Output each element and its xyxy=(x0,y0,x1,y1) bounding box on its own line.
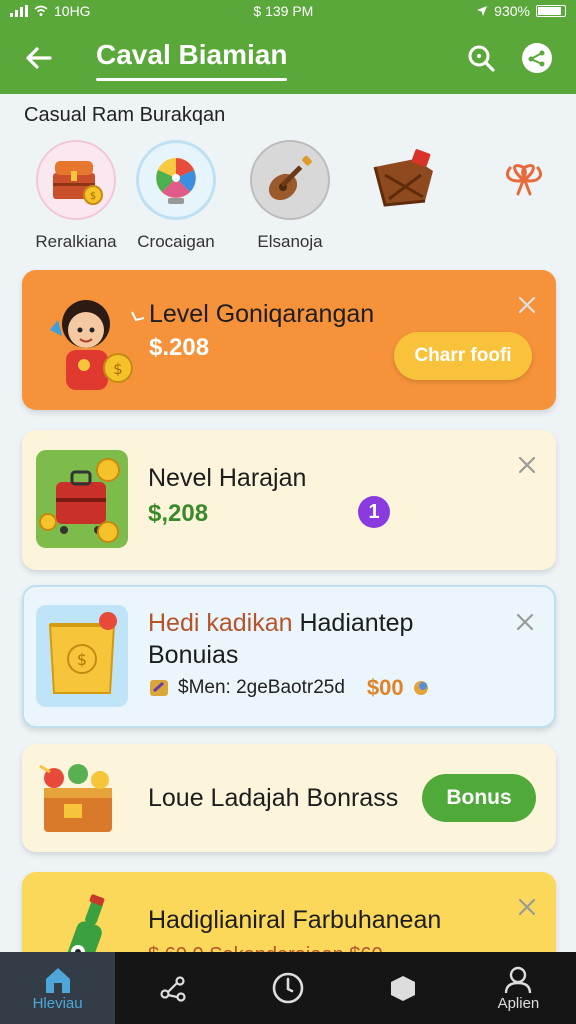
nav-item-clock[interactable] xyxy=(230,952,345,1024)
search-icon xyxy=(468,45,495,72)
promo-card-bonus[interactable]: $ Hedi kadikan Hadiantep Bonuias $Men: 2… xyxy=(22,585,556,728)
promo-card-bonus-offer[interactable]: Loue Ladajah Bonrass Bonus xyxy=(22,744,556,852)
bottom-nav: Hleviau Aplien xyxy=(0,952,576,1024)
character-illustration: $ xyxy=(36,290,152,400)
card-title-line2: Bonuias xyxy=(148,641,239,669)
close-icon[interactable] xyxy=(516,896,538,918)
home-icon xyxy=(45,967,70,993)
close-icon[interactable] xyxy=(514,611,536,633)
card-title: Nevel Harajan xyxy=(148,464,307,492)
category-item-2[interactable]: Crocaigan xyxy=(128,140,224,252)
svg-text:$: $ xyxy=(90,191,96,202)
app-bar-actions xyxy=(464,41,554,75)
card-meta-row: $Men: 2geBaotr25d $00 xyxy=(148,675,430,701)
status-right: 930% xyxy=(476,3,566,19)
card-amount: $00 xyxy=(366,675,404,700)
profile-icon xyxy=(505,966,532,993)
category-item-1[interactable]: $ Reralkiana xyxy=(28,140,124,252)
bonus-button[interactable]: Bonus xyxy=(422,774,536,822)
share-icon xyxy=(522,43,552,73)
category-label: Reralkiana xyxy=(35,232,117,251)
page-title: Caval Biamian xyxy=(96,39,288,81)
money-bag-icon: $ xyxy=(36,605,128,707)
card-price: $,208 xyxy=(148,500,209,527)
treasure-chest-icon: $ xyxy=(36,140,116,220)
category-item-5[interactable] xyxy=(476,140,572,232)
card-title-highlight: Hedi kadikan xyxy=(148,609,293,637)
status-time: $ 139 PM xyxy=(253,3,314,19)
nav-item-profile[interactable]: Aplien xyxy=(461,952,576,1024)
promo-card-level[interactable]: $ Level Goniqarangan $.208 Charr foofi xyxy=(22,270,556,410)
wifi-icon xyxy=(34,5,48,16)
share-icon xyxy=(160,976,186,1002)
count-badge: 1 xyxy=(358,496,390,528)
suitcase-coins-icon xyxy=(36,450,128,548)
category-label: Crocaigan xyxy=(137,232,215,251)
status-left: 10HG xyxy=(10,3,91,19)
category-title: Casual Ram Burakqan xyxy=(24,104,226,126)
ticket-icon xyxy=(150,680,168,696)
card-title: Loue Ladajah Bonrass xyxy=(148,784,399,812)
category-row: $ Reralkiana Crocaigan Elsanoja xyxy=(20,140,576,256)
svg-text:$: $ xyxy=(77,650,87,669)
pretzel-icon xyxy=(484,140,564,220)
card-price: $.208 xyxy=(149,334,210,361)
nav-label: Aplien xyxy=(497,994,540,1012)
back-arrow-icon xyxy=(26,47,52,69)
card-meta: $Men: 2geBaotr25d xyxy=(178,677,345,698)
gift-box-icon xyxy=(36,758,122,838)
nav-item-home[interactable]: Hleviau xyxy=(0,952,116,1024)
nav-item-box[interactable] xyxy=(346,952,461,1024)
signal-icon xyxy=(10,5,28,17)
back-button[interactable] xyxy=(18,38,58,78)
wooden-crate-icon xyxy=(366,140,446,220)
box-icon xyxy=(391,976,416,1001)
category-label: Elsanoja xyxy=(257,232,323,251)
nav-label: Hleviau xyxy=(32,994,83,1012)
svg-text:$: $ xyxy=(113,360,123,378)
category-item-3[interactable]: Elsanoja xyxy=(242,140,338,252)
card-title: Hadiglianiral Farbuhanean xyxy=(148,906,442,934)
location-arrow-icon xyxy=(477,6,488,16)
battery-icon xyxy=(535,5,566,17)
card-title-rest: Hadiantep xyxy=(292,609,414,637)
share-button[interactable] xyxy=(520,41,554,75)
clock-icon xyxy=(272,972,304,1004)
status-carrier: 10HG xyxy=(54,3,91,19)
coin-stack-icon xyxy=(413,681,428,695)
app-bar: Caval Biamian xyxy=(0,22,576,94)
guitar-icon xyxy=(250,140,330,220)
category-item-4[interactable] xyxy=(358,140,454,232)
card-title: Level Goniqarangan xyxy=(149,300,375,328)
card-title: Hedi kadikan Hadiantep xyxy=(148,609,413,638)
close-icon[interactable] xyxy=(516,454,538,476)
status-bar: 10HG $ 139 PM 930% xyxy=(0,0,576,22)
claim-button[interactable]: Charr foofi xyxy=(394,332,532,380)
close-icon[interactable] xyxy=(516,294,538,316)
roulette-wheel-icon xyxy=(136,140,216,220)
battery-percent: 930% xyxy=(494,3,530,19)
nav-item-share[interactable] xyxy=(115,952,230,1024)
promo-card-harajan[interactable]: Nevel Harajan $,208 1 xyxy=(22,430,556,570)
search-button[interactable] xyxy=(464,41,498,75)
